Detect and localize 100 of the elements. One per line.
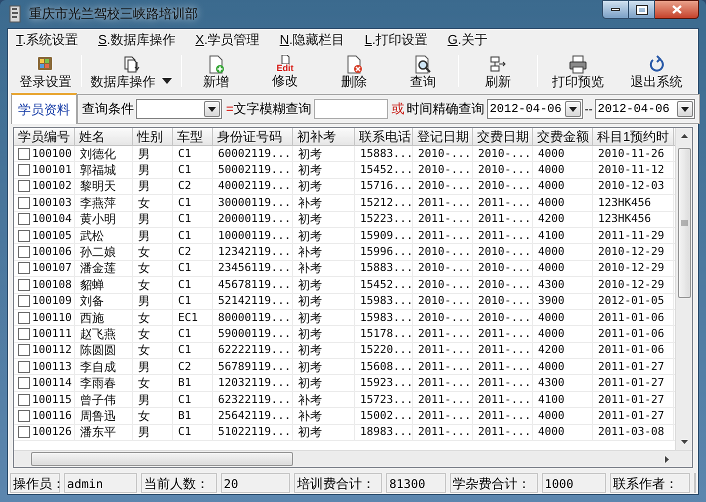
table-cell: 女 <box>138 278 150 292</box>
checkbox[interactable] <box>18 246 30 258</box>
checkbox[interactable] <box>18 278 30 291</box>
column-header[interactable]: 初补考 <box>293 128 355 145</box>
table-cell: 123HK456 <box>598 212 651 226</box>
table-cell: 80000119... <box>218 310 291 325</box>
checkbox[interactable] <box>18 180 30 192</box>
horizontal-scrollbar[interactable] <box>14 450 692 467</box>
table-cell: 12032119... <box>218 376 291 390</box>
toolbar-button[interactable]: 查询 <box>388 51 458 91</box>
menu-item[interactable]: N.隐藏栏目 <box>280 30 345 50</box>
text-field[interactable] <box>314 99 388 119</box>
table-cell: 2010-... <box>418 294 471 308</box>
toolbar-button[interactable]: 刷新 <box>458 51 538 91</box>
table-cell: C1 <box>178 228 192 243</box>
menu-item[interactable]: L.打印设置 <box>364 30 428 50</box>
table-cell: 100103 <box>32 196 72 210</box>
tab[interactable]: 学员资料 <box>11 93 77 124</box>
checkbox[interactable] <box>18 196 30 209</box>
menu-item[interactable]: X.学员管理 <box>195 30 260 50</box>
table-cell: 女 <box>138 376 150 390</box>
table-cell: 2011-... <box>478 360 531 374</box>
column-header[interactable]: 性别 <box>133 128 173 145</box>
table-cell: 2011-11-29 <box>598 228 664 243</box>
table-cell: 4000 <box>538 408 564 423</box>
toolbar-button[interactable]: 打印预览 <box>538 51 618 91</box>
table-cell: 10000119... <box>218 228 291 243</box>
close-button[interactable] <box>655 0 699 19</box>
menu-item[interactable]: T.系统设置 <box>16 30 78 50</box>
checkbox[interactable] <box>18 312 30 324</box>
minimize-button[interactable] <box>602 0 629 19</box>
checkbox[interactable] <box>18 426 30 438</box>
column-header[interactable]: 联系电话 <box>355 128 413 145</box>
toolbar-button[interactable]: Edit 修改 <box>250 51 320 91</box>
checkbox[interactable] <box>18 262 30 274</box>
checkbox[interactable] <box>18 164 30 176</box>
table-cell: 2011-... <box>478 376 531 390</box>
table-cell: 2011-... <box>478 392 531 407</box>
table-cell: 4000 <box>538 310 564 325</box>
menu-item[interactable]: S.数据库操作 <box>98 30 176 50</box>
column-header[interactable]: 登记日期 <box>413 128 473 145</box>
checkbox[interactable] <box>18 394 30 406</box>
table-cell: 女 <box>138 310 150 325</box>
vertical-scrollbar[interactable] <box>675 128 692 450</box>
chevron-down-icon <box>680 106 689 112</box>
column-header[interactable]: 身份证号码 <box>213 128 293 145</box>
table-cell: 女 <box>138 196 150 210</box>
toolbar-button[interactable]: 删除 <box>320 51 388 91</box>
checkbox[interactable] <box>18 360 30 373</box>
table-cell: 4000 <box>538 326 564 341</box>
toolbar-button[interactable]: 退出系统 <box>617 51 696 91</box>
table-cell: 2010-... <box>478 146 531 161</box>
maximize-button[interactable] <box>629 0 655 19</box>
checkbox[interactable] <box>18 377 30 390</box>
column-header[interactable]: 姓名 <box>75 128 133 145</box>
toolbar-button[interactable]: 新增 <box>182 51 250 91</box>
table-cell: 100107 <box>32 261 72 276</box>
checkbox[interactable] <box>18 148 30 160</box>
condition-dropdown[interactable] <box>136 99 222 119</box>
checkbox[interactable] <box>18 344 30 356</box>
table-cell: 51022119... <box>218 425 291 440</box>
date-picker[interactable]: 2012-04-06 <box>594 99 695 119</box>
status-label: 操作员： <box>10 472 60 492</box>
checkbox[interactable] <box>18 410 30 422</box>
status-value: 20 <box>220 472 290 492</box>
scrollbar-thumb[interactable] <box>678 148 690 298</box>
table-cell: 15883... <box>360 146 413 161</box>
column-header[interactable]: 学员编号 <box>14 128 75 145</box>
table-cell: 12342119... <box>218 245 291 260</box>
column-header[interactable]: 科目1预约时 <box>593 128 674 145</box>
checkbox[interactable] <box>18 213 30 226</box>
menu-item[interactable]: G.关于 <box>448 30 488 50</box>
table-cell: 100108 <box>32 278 72 292</box>
table-cell: 100109 <box>32 294 72 308</box>
column-header[interactable]: 交费金额 <box>533 128 593 145</box>
column-header[interactable]: 交费日期 <box>473 128 533 145</box>
checkbox[interactable] <box>18 230 30 242</box>
status-value: 81300 <box>386 472 446 492</box>
table-cell: 貂蝉 <box>80 278 104 292</box>
table-cell: 15452... <box>360 163 413 178</box>
toolbar-button[interactable]: 数据库操作 <box>82 51 180 91</box>
table-cell: 女 <box>138 261 150 276</box>
toolbar-button[interactable]: 登录设置 <box>10 51 81 91</box>
table-cell: 4300 <box>538 278 564 292</box>
scrollbar-thumb[interactable] <box>31 452 293 466</box>
table-cell: 男 <box>138 228 150 243</box>
date-picker[interactable]: 2012-04-06 <box>486 99 583 119</box>
column-header[interactable]: 车型 <box>173 128 213 145</box>
checkbox[interactable] <box>18 328 30 340</box>
table-cell: 15983... <box>360 310 413 325</box>
table-cell: 15223... <box>360 212 413 226</box>
table-cell: EC1 <box>178 310 198 325</box>
checkbox[interactable] <box>18 295 30 308</box>
table-cell: 100114 <box>32 376 72 390</box>
table-cell: 62222119... <box>218 343 291 358</box>
table-cell: C1 <box>178 294 192 308</box>
status-value: 1000 <box>542 472 606 492</box>
table-cell: C1 <box>178 392 192 407</box>
table-cell: 4300 <box>538 376 564 390</box>
table-cell: 2011-... <box>418 326 471 341</box>
